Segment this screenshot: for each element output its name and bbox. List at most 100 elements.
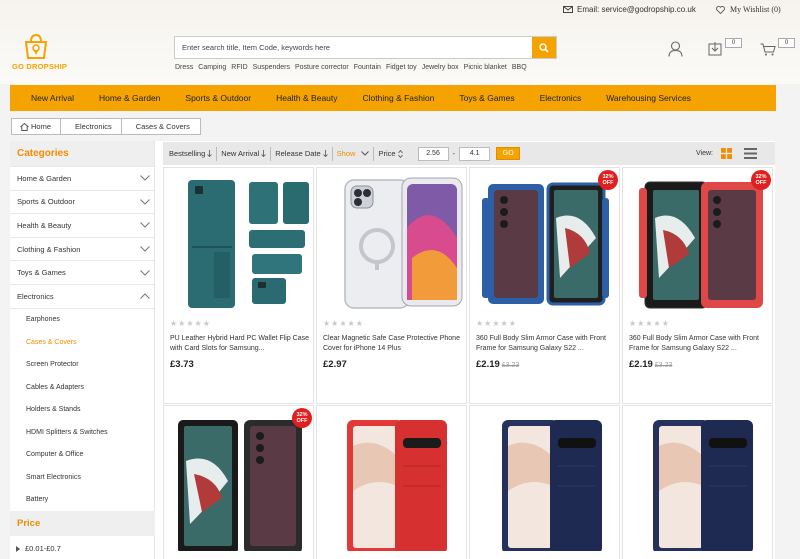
original-price: £3.23 (501, 362, 520, 369)
product-image[interactable] (470, 168, 621, 313)
nav-toys-games[interactable]: Toys & Games (459, 93, 514, 103)
sort-release-date-label: Release Date (275, 149, 321, 158)
shopping-cart-icon[interactable] (760, 43, 776, 56)
product-card[interactable]: ★★★★★ Clear Magnetic Safe Case Protectiv… (316, 167, 467, 404)
price-max-input[interactable] (459, 146, 491, 161)
subcategory-computer-office[interactable]: Computer & Office (10, 444, 154, 467)
hotword-link[interactable]: Fountain (354, 64, 381, 71)
product-card[interactable]: 32% OFF (163, 405, 314, 559)
sort-toolbar: Bestselling New Arrival Release Date Sho… (163, 142, 775, 165)
hotword-link[interactable]: Fidget toy (386, 64, 417, 71)
home-icon (20, 122, 29, 131)
subcategory-smart-electronics[interactable]: Smart Electronics (10, 466, 154, 489)
product-title[interactable]: 360 Full Body Slim Armor Case with Front… (629, 334, 771, 354)
breadcrumb-home[interactable]: Home (11, 118, 63, 135)
wishlist-link[interactable]: My Wishlist (0) (716, 5, 781, 14)
rating-stars: ★★★★★ (170, 319, 211, 328)
sidebar-item-sports-outdoor[interactable]: Sports & Outdoor (10, 189, 154, 214)
hotword-link[interactable]: Dress (175, 64, 193, 71)
caret-right-icon (16, 545, 20, 552)
list-view-icon[interactable] (744, 148, 757, 159)
nav-new-arrival[interactable]: New Arrival (31, 93, 74, 103)
sidebar-item-toys-games[interactable]: Toys & Games (10, 260, 154, 284)
hotword-link[interactable]: RFID (231, 64, 247, 71)
nav-warehousing-services[interactable]: Warehousing Services (606, 93, 691, 103)
breadcrumb-electronics-label: Electronics (75, 122, 112, 131)
discount-badge: 32% OFF (598, 170, 618, 190)
subcategory-holders-stands[interactable]: Holders & Stands (10, 399, 154, 422)
product-image[interactable] (317, 406, 468, 551)
product-image[interactable] (470, 406, 621, 551)
sidebar-item-electronics[interactable]: Electronics (10, 283, 154, 308)
current-price: £2.97 (323, 359, 347, 370)
hotword-link[interactable]: Jewelry box (422, 64, 459, 71)
account-user-icon[interactable] (668, 41, 683, 57)
product-title[interactable]: Clear Magnetic Safe Case Protective Phon… (323, 334, 465, 354)
chevron-down-icon (140, 246, 150, 252)
subcategory-screen-protector[interactable]: Screen Protector (10, 354, 154, 377)
compare-download-icon[interactable] (708, 41, 722, 56)
product-card[interactable]: 32% OFF ★★★★★ 360 Full Body Slim Armor C… (469, 167, 620, 404)
product-card[interactable]: 32% OFF ★★★★★ 360 Full Body Slim Armor C… (622, 167, 773, 404)
nav-health-beauty[interactable]: Health & Beauty (276, 93, 337, 103)
grid-view-icon[interactable] (721, 148, 732, 159)
nav-home-garden[interactable]: Home & Garden (99, 93, 160, 103)
sort-bestselling-label: Bestselling (169, 149, 206, 158)
search-icon (539, 42, 549, 53)
product-card[interactable]: ★★★★★ PU Leather Hybrid Hard PC Wallet F… (163, 167, 314, 404)
search-input[interactable] (175, 37, 532, 58)
search-button[interactable] (532, 37, 556, 58)
hotword-link[interactable]: Suspenders (253, 64, 290, 71)
product-card[interactable] (622, 405, 773, 559)
email-contact[interactable]: Email: service@godropship.co.uk (563, 5, 696, 14)
sort-bestselling[interactable]: Bestselling (163, 146, 218, 161)
product-card[interactable] (316, 405, 467, 559)
product-image[interactable] (623, 406, 774, 551)
subcategory-battery[interactable]: Battery (10, 489, 154, 512)
product-image[interactable] (623, 168, 774, 313)
categories-heading: Categories (10, 141, 154, 166)
chevron-down-icon (140, 222, 150, 229)
hotword-link[interactable]: Camping (198, 64, 226, 71)
breadcrumb: Home Electronics Cases & Covers (11, 118, 201, 135)
top-bar: Email: service@godropship.co.uk My Wishl… (0, 5, 800, 15)
subcategory-cables-adapters[interactable]: Cables & Adapters (10, 376, 154, 399)
range-dash: - (452, 149, 456, 158)
search-bar (174, 36, 557, 59)
price-range-option[interactable]: £0.01-£0.7 (16, 544, 61, 553)
nav-clothing-fashion[interactable]: Clothing & Fashion (363, 93, 435, 103)
hotword-link[interactable]: BBQ (512, 64, 527, 71)
sidebar-item-clothing-fashion[interactable]: Clothing & Fashion (10, 236, 154, 261)
product-image[interactable] (317, 168, 468, 313)
price-min-input[interactable] (417, 146, 449, 161)
product-title[interactable]: PU Leather Hybrid Hard PC Wallet Flip Ca… (170, 334, 312, 354)
hotword-link[interactable]: Posture corrector (295, 64, 349, 71)
chevron-down-icon (361, 151, 370, 156)
product-image[interactable] (164, 406, 315, 551)
product-card[interactable] (469, 405, 620, 559)
site-logo[interactable]: GO DROPSHIP (12, 33, 67, 73)
view-label: View: (696, 150, 713, 157)
sort-release-date[interactable]: Release Date (271, 146, 333, 161)
sidebar-item-home-garden[interactable]: Home & Garden (10, 166, 154, 190)
subcategory-hdmi-splitters[interactable]: HDMI Splitters & Switches (10, 421, 154, 444)
nav-electronics[interactable]: Electronics (540, 93, 582, 103)
sort-new-arrival[interactable]: New Arrival (217, 146, 272, 161)
show-dropdown[interactable]: Show (333, 146, 375, 161)
rating-stars: ★★★★★ (629, 319, 670, 328)
sort-price[interactable]: Price (374, 147, 406, 161)
breadcrumb-cases-covers[interactable]: Cases & Covers (120, 118, 201, 135)
breadcrumb-current-label: Cases & Covers (135, 122, 190, 131)
hotword-link[interactable]: Picnic blanket (464, 64, 507, 71)
subcategory-cases-covers[interactable]: Cases & Covers (10, 331, 154, 354)
sidebar-item-health-beauty[interactable]: Health & Beauty (10, 213, 154, 237)
price-go-button[interactable]: GO (496, 147, 521, 160)
product-price: £2.97 (323, 359, 347, 370)
breadcrumb-electronics[interactable]: Electronics (60, 118, 123, 135)
product-image[interactable] (164, 168, 315, 313)
sort-arrow-icon (322, 150, 328, 157)
subcategory-earphones[interactable]: Earphones (10, 309, 154, 332)
wishlist-text: My Wishlist (0) (730, 5, 781, 14)
product-title[interactable]: 360 Full Body Slim Armor Case with Front… (476, 334, 618, 354)
nav-sports-outdoor[interactable]: Sports & Outdoor (185, 93, 251, 103)
